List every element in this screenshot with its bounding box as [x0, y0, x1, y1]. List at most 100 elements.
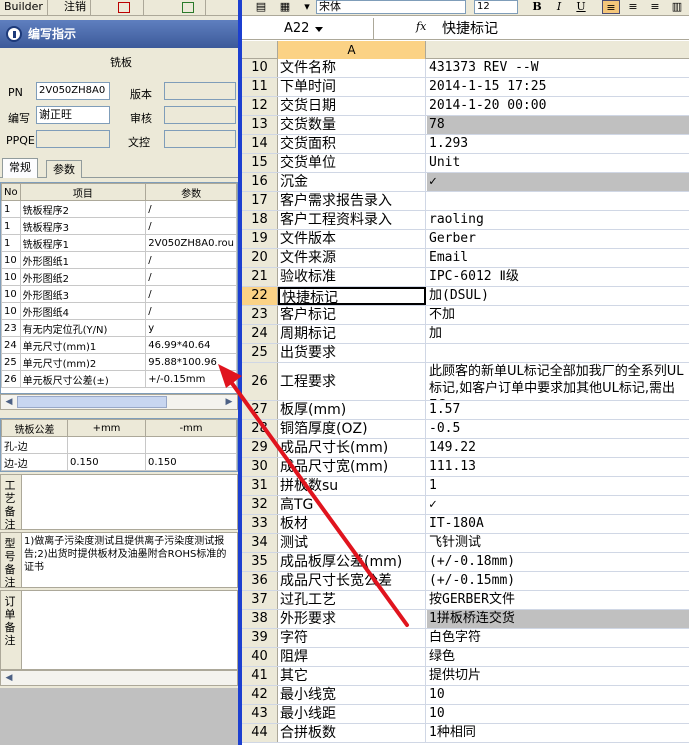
cell-a[interactable]: 客户标记	[278, 306, 426, 324]
row-number[interactable]: 21	[242, 268, 278, 286]
comment-icon[interactable]: ▦	[276, 0, 294, 14]
param-no-cell[interactable]: 10	[1, 302, 21, 320]
param-item-cell[interactable]: 单元板尺寸公差(±)	[19, 370, 147, 388]
param-value-cell[interactable]: 46.99*40.64	[145, 336, 237, 354]
cell-a[interactable]: 沉金	[278, 173, 426, 191]
row-number[interactable]: 34	[242, 534, 278, 552]
cell-a[interactable]: 最小线宽	[278, 686, 426, 704]
param-item-cell[interactable]: 外形图纸1	[19, 251, 147, 269]
tolerance-row[interactable]: 边-边 0.150 0.150	[1, 453, 237, 471]
cell-b[interactable]: 2014-1-15 17:25	[427, 78, 689, 96]
row-number[interactable]: 18	[242, 211, 278, 229]
param-value-cell[interactable]: /	[145, 268, 237, 286]
cell-a[interactable]: 客户需求报告录入	[278, 192, 426, 210]
tab-parameters[interactable]: 参数	[46, 160, 82, 178]
cell-a[interactable]: 快捷标记	[278, 287, 426, 305]
param-item-cell[interactable]: 单元尺寸(mm)2	[19, 353, 147, 371]
param-item-cell[interactable]: 单元尺寸(mm)1	[19, 336, 147, 354]
param-no-cell[interactable]: 10	[1, 251, 21, 269]
parameter-row[interactable]: 10 外形图纸1/	[1, 251, 237, 269]
cell-a[interactable]: 周期标记	[278, 325, 426, 343]
cell-b[interactable]: ✓	[427, 496, 689, 514]
paint-icon[interactable]: ▾	[298, 0, 316, 14]
pdf-icon[interactable]: ▤	[252, 0, 270, 14]
param-item-cell[interactable]: 有无内定位孔(Y/N)	[19, 319, 147, 337]
param-value-cell[interactable]: /	[145, 217, 237, 235]
row-number[interactable]: 44	[242, 724, 278, 742]
param-no-cell[interactable]: 10	[1, 268, 21, 286]
row-number[interactable]: 14	[242, 135, 278, 153]
model-note-text[interactable]: 1)做离子污染度测试且提供离子污染度测试报告;2)出货时提供板材及油墨附合ROH…	[21, 533, 237, 587]
cell-a[interactable]: 板厚(mm)	[278, 401, 426, 419]
row-number[interactable]: 25	[242, 344, 278, 362]
param-value-cell[interactable]: /	[145, 285, 237, 303]
scroll-right-icon[interactable]: ▶	[222, 396, 236, 408]
builder-button[interactable]: Builder	[0, 0, 48, 16]
tolerance-row[interactable]: 孔-边	[1, 436, 237, 454]
param-no-cell[interactable]: 24	[1, 336, 21, 354]
param-no-cell[interactable]: 25	[1, 353, 21, 371]
cell-b[interactable]: 不加	[427, 306, 689, 324]
process-note-text[interactable]	[21, 475, 237, 529]
italic-button[interactable]: I	[550, 0, 568, 14]
param-value-cell[interactable]: +/-0.15mm	[145, 370, 237, 388]
cell-a[interactable]: 工程要求	[278, 363, 426, 400]
cell-b[interactable]: 78	[427, 116, 689, 134]
font-select[interactable]: 宋体	[316, 0, 466, 14]
cell-b[interactable]	[427, 344, 689, 362]
font-size-select[interactable]: 12	[474, 0, 518, 14]
col-item[interactable]: 项目	[19, 183, 147, 201]
param-no-cell[interactable]: 1	[1, 217, 21, 235]
row-number[interactable]: 20	[242, 249, 278, 267]
cell-a[interactable]: 交货数量	[278, 116, 426, 134]
tolerance-plus-cell[interactable]: 0.150	[67, 453, 146, 471]
cell-a[interactable]: 外形要求	[278, 610, 426, 628]
bottom-scrollbar[interactable]: ◀	[0, 670, 238, 686]
cell-a[interactable]: 板材	[278, 515, 426, 533]
order-note-text[interactable]	[21, 591, 237, 669]
param-item-cell[interactable]: 铣板程序3	[19, 217, 147, 235]
cell-a[interactable]: 文件名称	[278, 59, 426, 77]
row-number[interactable]: 27	[242, 401, 278, 419]
param-no-cell[interactable]: 23	[1, 319, 21, 337]
row-number[interactable]: 43	[242, 705, 278, 723]
cell-b[interactable]: 149.22	[427, 439, 689, 457]
param-item-cell[interactable]: 铣板程序2	[19, 200, 147, 218]
select-all-corner[interactable]	[242, 41, 278, 59]
param-item-cell[interactable]: 外形图纸3	[19, 285, 147, 303]
row-number[interactable]: 10	[242, 59, 278, 77]
param-value-cell[interactable]: 2V050ZH8A0.rou	[145, 234, 237, 252]
row-number[interactable]: 16	[242, 173, 278, 191]
red-doc-icon[interactable]	[104, 0, 144, 16]
cell-a[interactable]: 文件版本	[278, 230, 426, 248]
cell-b[interactable]: 绿色	[427, 648, 689, 666]
row-number[interactable]: 41	[242, 667, 278, 685]
cell-a[interactable]: 成品尺寸宽(mm)	[278, 458, 426, 476]
logout-button[interactable]: 注销	[60, 0, 91, 16]
pn-field[interactable]: 2V050ZH8A0	[36, 82, 110, 100]
row-number[interactable]: 17	[242, 192, 278, 210]
bold-button[interactable]: B	[528, 0, 546, 14]
cell-a[interactable]: 过孔工艺	[278, 591, 426, 609]
param-item-cell[interactable]: 外形图纸4	[19, 302, 147, 320]
align-center-icon[interactable]: ≡	[624, 0, 642, 14]
col-param[interactable]: 参数	[145, 183, 237, 201]
param-value-cell[interactable]: /	[145, 251, 237, 269]
cell-b[interactable]: Unit	[427, 154, 689, 172]
cell-a[interactable]: 最小线距	[278, 705, 426, 723]
parameter-row[interactable]: 23 有无内定位孔(Y/N) y	[1, 319, 237, 337]
formula-content[interactable]: 快捷标记	[442, 18, 498, 40]
param-value-cell[interactable]: /	[145, 302, 237, 320]
cell-b[interactable]: 10	[427, 705, 689, 723]
cell-b[interactable]: 1	[427, 477, 689, 495]
row-number[interactable]: 11	[242, 78, 278, 96]
parameter-row[interactable]: 1 铣板程序3/	[1, 217, 237, 235]
cell-b[interactable]: Email	[427, 249, 689, 267]
cell-b[interactable]: 白色字符	[427, 629, 689, 647]
param-no-cell[interactable]: 1	[1, 200, 21, 218]
cell-b[interactable]: 10	[427, 686, 689, 704]
row-number[interactable]: 31	[242, 477, 278, 495]
cell-a[interactable]: 成品板厚公差(mm)	[278, 553, 426, 571]
param-value-cell[interactable]: 95.88*100.96	[145, 353, 237, 371]
cell-a[interactable]: 客户工程资料录入	[278, 211, 426, 229]
